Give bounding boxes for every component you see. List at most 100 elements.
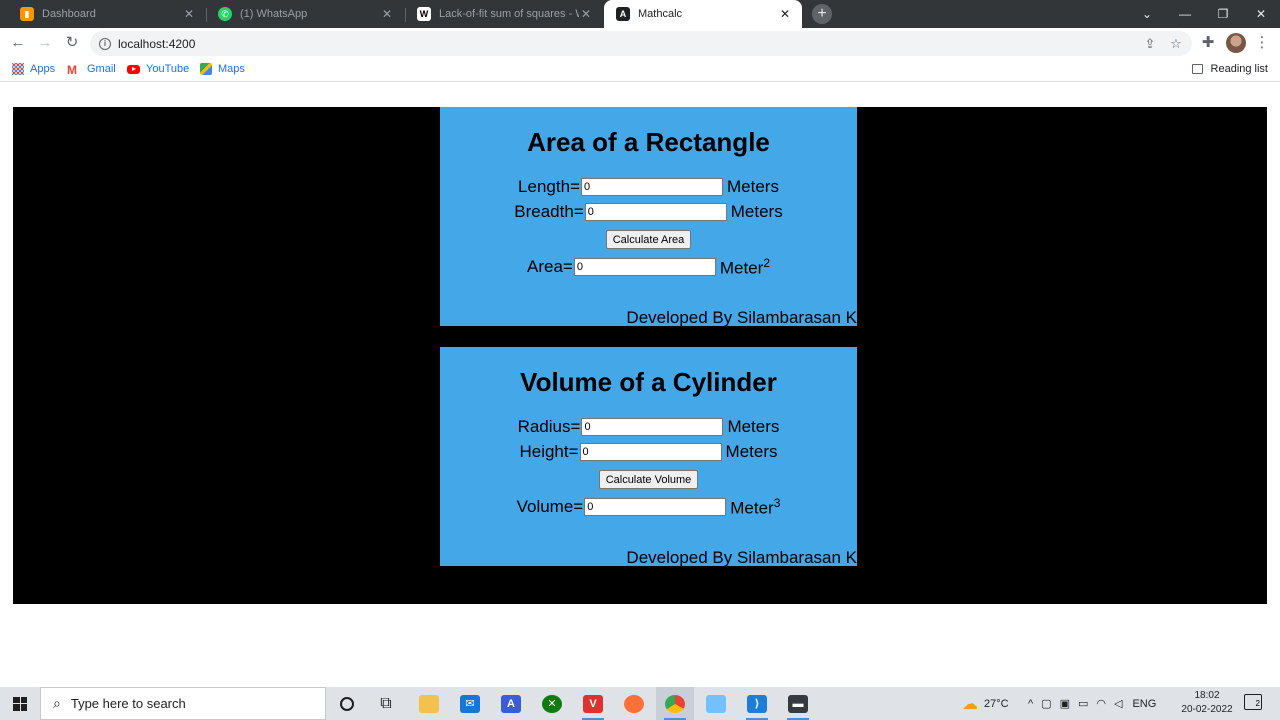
wifi-icon[interactable]: ◠ xyxy=(1096,697,1106,710)
reading-list-label: Reading list xyxy=(1210,63,1268,75)
close-icon[interactable]: ✕ xyxy=(778,7,792,21)
clock-time: 18:02 xyxy=(1194,690,1220,701)
bookmark-maps[interactable]: Maps xyxy=(200,63,245,75)
area-label: Area= xyxy=(527,257,573,277)
bookmark-label: Apps xyxy=(30,63,56,75)
address-text[interactable]: localhost:4200 xyxy=(118,37,1140,51)
search-placeholder: Type here to search xyxy=(70,696,186,711)
notification-count: 2 xyxy=(1255,699,1260,708)
volume-unit-power: 3 xyxy=(773,496,781,510)
minimize-icon[interactable]: — xyxy=(1166,0,1204,28)
bookmark-star-icon[interactable]: ☆ xyxy=(1166,36,1186,52)
file-explorer-app[interactable] xyxy=(410,687,448,720)
xbox-app[interactable]: ✕ xyxy=(533,687,571,720)
language-indicator[interactable]: ENG xyxy=(1132,698,1156,710)
window-close-icon[interactable]: ✕ xyxy=(1242,0,1280,28)
tab-strip: ▮ Dashboard ✕ ✆ (1) WhatsApp ✕ W Lack-of… xyxy=(0,0,1280,28)
close-icon[interactable]: ✕ xyxy=(182,7,196,21)
xbox-icon: ✕ xyxy=(542,694,562,713)
reading-list-icon xyxy=(1191,64,1203,74)
restore-icon[interactable]: ❐ xyxy=(1204,0,1242,28)
clock-date: 20-02-2022 xyxy=(1181,704,1233,715)
close-icon[interactable]: ✕ xyxy=(380,7,394,21)
bookmark-apps[interactable]: Apps xyxy=(12,63,55,75)
notification-center-icon[interactable]: 2 xyxy=(1244,694,1262,710)
share-icon[interactable]: ⇪ xyxy=(1140,36,1160,52)
whatsapp-icon: ✆ xyxy=(218,7,232,21)
taskbar-search-box[interactable]: ⌕ Type here to search xyxy=(40,687,326,720)
reading-list-button[interactable]: Reading list xyxy=(1191,63,1268,75)
weather-widget[interactable]: ☁ 27°C xyxy=(962,687,1009,720)
radius-row: Radius= Meters xyxy=(440,417,857,437)
search-icon: ⌕ xyxy=(53,695,61,711)
vscode-app[interactable]: ⟩ xyxy=(738,687,776,720)
vector-app[interactable]: V xyxy=(574,687,612,720)
windows-logo-icon xyxy=(13,696,27,711)
blue-app[interactable] xyxy=(697,687,735,720)
cylinder-volume-card: Volume of a Cylinder Radius= Meters Heig… xyxy=(440,347,857,567)
forward-icon[interactable]: → xyxy=(34,32,56,54)
mail-icon: ✉ xyxy=(460,694,480,713)
bookmark-gmail[interactable]: M Gmail xyxy=(67,63,116,77)
folder-icon xyxy=(419,694,439,713)
reload-icon[interactable]: ↻ xyxy=(61,32,83,54)
battery-icon[interactable]: ▭ xyxy=(1078,697,1088,710)
close-icon[interactable]: ✕ xyxy=(579,7,593,21)
firefox-icon xyxy=(624,694,644,713)
breadth-input[interactable] xyxy=(584,203,727,221)
terminal-app[interactable]: ▬ xyxy=(779,687,817,720)
site-info-icon[interactable]: i xyxy=(99,37,111,50)
height-unit: Meters xyxy=(725,442,778,461)
tab-title: Lack-of-fit sum of squares - Wiki xyxy=(439,8,579,20)
tab-title: Mathcalc xyxy=(638,8,683,20)
tab-wikipedia[interactable]: W Lack-of-fit sum of squares - Wiki ✕ xyxy=(405,0,603,28)
task-view-button[interactable]: ⧉ xyxy=(367,687,405,720)
device-icon[interactable]: ▢ xyxy=(1041,697,1051,710)
calculate-area-button[interactable]: Calculate Area xyxy=(605,230,692,249)
azure-icon: A xyxy=(501,694,521,713)
length-row: Length= Meters xyxy=(440,177,857,197)
height-input[interactable] xyxy=(579,443,722,461)
meet-icon[interactable]: ▣ xyxy=(1060,697,1070,710)
address-bar[interactable]: i localhost:4200 ⇪ ☆ xyxy=(90,31,1192,56)
bookmark-youtube[interactable]: YouTube xyxy=(127,63,189,75)
azure-app[interactable]: A xyxy=(492,687,530,720)
card-title: Volume of a Cylinder xyxy=(520,367,777,397)
tab-whatsapp[interactable]: ✆ (1) WhatsApp ✕ xyxy=(206,0,404,28)
height-label: Height= xyxy=(519,442,579,461)
volume-icon[interactable]: ◁ xyxy=(1114,697,1122,710)
length-unit: Meters xyxy=(726,177,779,196)
tab-dashboard[interactable]: ▮ Dashboard ✕ xyxy=(8,0,206,28)
chevron-up-icon[interactable]: ^ xyxy=(1028,698,1033,710)
clock[interactable]: 18:02 20-02-2022 xyxy=(1176,689,1238,717)
wikipedia-icon: W xyxy=(417,7,431,21)
browser-toolbar: ← → ↻ i localhost:4200 ⇪ ☆ ✚ ⋮ xyxy=(0,28,1280,58)
radius-input[interactable] xyxy=(581,418,724,436)
rectangle-area-card: Area of a Rectangle Length= Meters Bread… xyxy=(440,107,857,327)
dashboard-favicon-icon: ▮ xyxy=(20,7,34,21)
radius-label: Radius= xyxy=(517,417,581,436)
calculate-volume-button[interactable]: Calculate Volume xyxy=(598,470,699,489)
bookmark-label: YouTube xyxy=(146,63,190,75)
tab-search-icon[interactable]: ⌄ xyxy=(1128,0,1166,28)
length-input[interactable] xyxy=(580,178,723,196)
blue-app-icon xyxy=(706,694,726,713)
menu-icon[interactable]: ⋮ xyxy=(1251,32,1273,54)
back-icon[interactable]: ← xyxy=(7,32,29,54)
length-label: Length= xyxy=(518,177,580,196)
youtube-icon xyxy=(127,64,140,74)
start-button[interactable] xyxy=(0,687,40,720)
area-result-input[interactable] xyxy=(573,258,716,277)
chrome-icon xyxy=(665,694,685,713)
new-tab-button[interactable]: + xyxy=(812,4,832,24)
mail-app[interactable]: ✉ xyxy=(451,687,489,720)
firefox-app[interactable] xyxy=(615,687,653,720)
cortana-button[interactable] xyxy=(328,687,366,720)
volume-result-input[interactable] xyxy=(584,498,727,517)
avatar[interactable] xyxy=(1226,33,1246,53)
calculate-volume-row: Calculate Volume xyxy=(440,470,857,489)
extensions-icon[interactable]: ✚ xyxy=(1197,32,1219,54)
tab-mathcalc[interactable]: A Mathcalc ✕ xyxy=(604,0,802,28)
windows-taskbar: ⌕ Type here to search ⧉ ✉ A ✕ V ⟩ ▬ ☁ 27… xyxy=(0,687,1280,720)
chrome-app[interactable] xyxy=(656,687,694,720)
